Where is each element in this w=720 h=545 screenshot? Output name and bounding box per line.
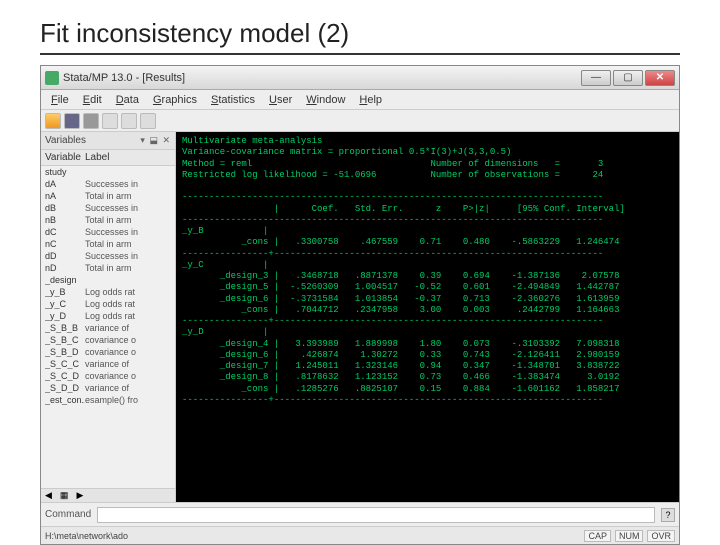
- menu-help[interactable]: Help: [353, 92, 388, 108]
- open-icon[interactable]: [45, 113, 61, 129]
- app-icon: [45, 71, 59, 85]
- menubar: FileEditDataGraphicsStatisticsUserWindow…: [41, 90, 679, 110]
- variable-row[interactable]: dASuccesses in: [41, 178, 175, 190]
- stata-window: Stata/MP 13.0 - [Results] — ▢ ✕ FileEdit…: [40, 65, 680, 545]
- menu-edit[interactable]: Edit: [77, 92, 108, 108]
- col-label: Label: [85, 152, 109, 163]
- variable-row[interactable]: _y_BLog odds rat: [41, 286, 175, 298]
- variable-row[interactable]: dBSuccesses in: [41, 202, 175, 214]
- menu-window[interactable]: Window: [300, 92, 351, 108]
- variable-row[interactable]: nCTotal in arm: [41, 238, 175, 250]
- variable-row[interactable]: _S_D_Dvariance of: [41, 382, 175, 394]
- variable-row[interactable]: _S_B_Bvariance of: [41, 322, 175, 334]
- variable-row[interactable]: dCSuccesses in: [41, 226, 175, 238]
- variable-row[interactable]: _S_C_Dcovariance o: [41, 370, 175, 382]
- variable-row[interactable]: nDTotal in arm: [41, 262, 175, 274]
- menu-file[interactable]: File: [45, 92, 75, 108]
- variables-panel-header: Variables ▾ ⬓ ✕: [41, 132, 175, 150]
- menu-statistics[interactable]: Statistics: [205, 92, 261, 108]
- slide-title: Fit inconsistency model (2): [40, 8, 680, 55]
- variable-row[interactable]: study: [41, 166, 175, 178]
- command-help-icon[interactable]: ?: [661, 508, 675, 522]
- minimize-button[interactable]: —: [581, 70, 611, 86]
- maximize-button[interactable]: ▢: [613, 70, 643, 86]
- variable-row[interactable]: nATotal in arm: [41, 190, 175, 202]
- menu-data[interactable]: Data: [110, 92, 145, 108]
- save-icon[interactable]: [64, 113, 80, 129]
- variable-row[interactable]: _S_B_Ccovariance o: [41, 334, 175, 346]
- status-path: H:\meta\network\ado: [45, 531, 128, 541]
- col-variable: Variable: [45, 152, 85, 163]
- variable-row[interactable]: _y_DLog odds rat: [41, 310, 175, 322]
- tool-icon[interactable]: [102, 113, 118, 129]
- variable-row[interactable]: dDSuccesses in: [41, 250, 175, 262]
- variable-row[interactable]: _S_C_Cvariance of: [41, 358, 175, 370]
- variables-panel-title: Variables: [45, 135, 86, 146]
- command-input[interactable]: [97, 507, 655, 523]
- results-pane[interactable]: Multivariate meta-analysis Variance-cova…: [176, 132, 679, 502]
- variable-row[interactable]: _y_CLog odds rat: [41, 298, 175, 310]
- statusbar: H:\meta\network\ado CAPNUMOVR: [41, 526, 679, 544]
- panel-controls[interactable]: ▾ ⬓ ✕: [140, 135, 171, 146]
- menu-graphics[interactable]: Graphics: [147, 92, 203, 108]
- sidebar-footer[interactable]: ◀▦▶: [41, 488, 175, 502]
- variable-row[interactable]: _S_B_Dcovariance o: [41, 346, 175, 358]
- print-icon[interactable]: [83, 113, 99, 129]
- toolbar: [41, 110, 679, 132]
- close-button[interactable]: ✕: [645, 70, 675, 86]
- tool-icon[interactable]: [121, 113, 137, 129]
- variables-panel: Variables ▾ ⬓ ✕ Variable Label studydASu…: [41, 132, 176, 502]
- variable-row[interactable]: _est_con..esample() fro: [41, 394, 175, 406]
- command-label: Command: [45, 509, 91, 520]
- menu-user[interactable]: User: [263, 92, 298, 108]
- command-area: Command ?: [41, 502, 679, 526]
- variable-row[interactable]: _design: [41, 274, 175, 286]
- variable-row[interactable]: nBTotal in arm: [41, 214, 175, 226]
- body-area: Variables ▾ ⬓ ✕ Variable Label studydASu…: [41, 132, 679, 502]
- variables-list[interactable]: studydASuccesses innATotal in armdBSucce…: [41, 166, 175, 488]
- tool-icon[interactable]: [140, 113, 156, 129]
- titlebar[interactable]: Stata/MP 13.0 - [Results] — ▢ ✕: [41, 66, 679, 90]
- window-title: Stata/MP 13.0 - [Results]: [63, 72, 581, 84]
- variables-columns: Variable Label: [41, 150, 175, 166]
